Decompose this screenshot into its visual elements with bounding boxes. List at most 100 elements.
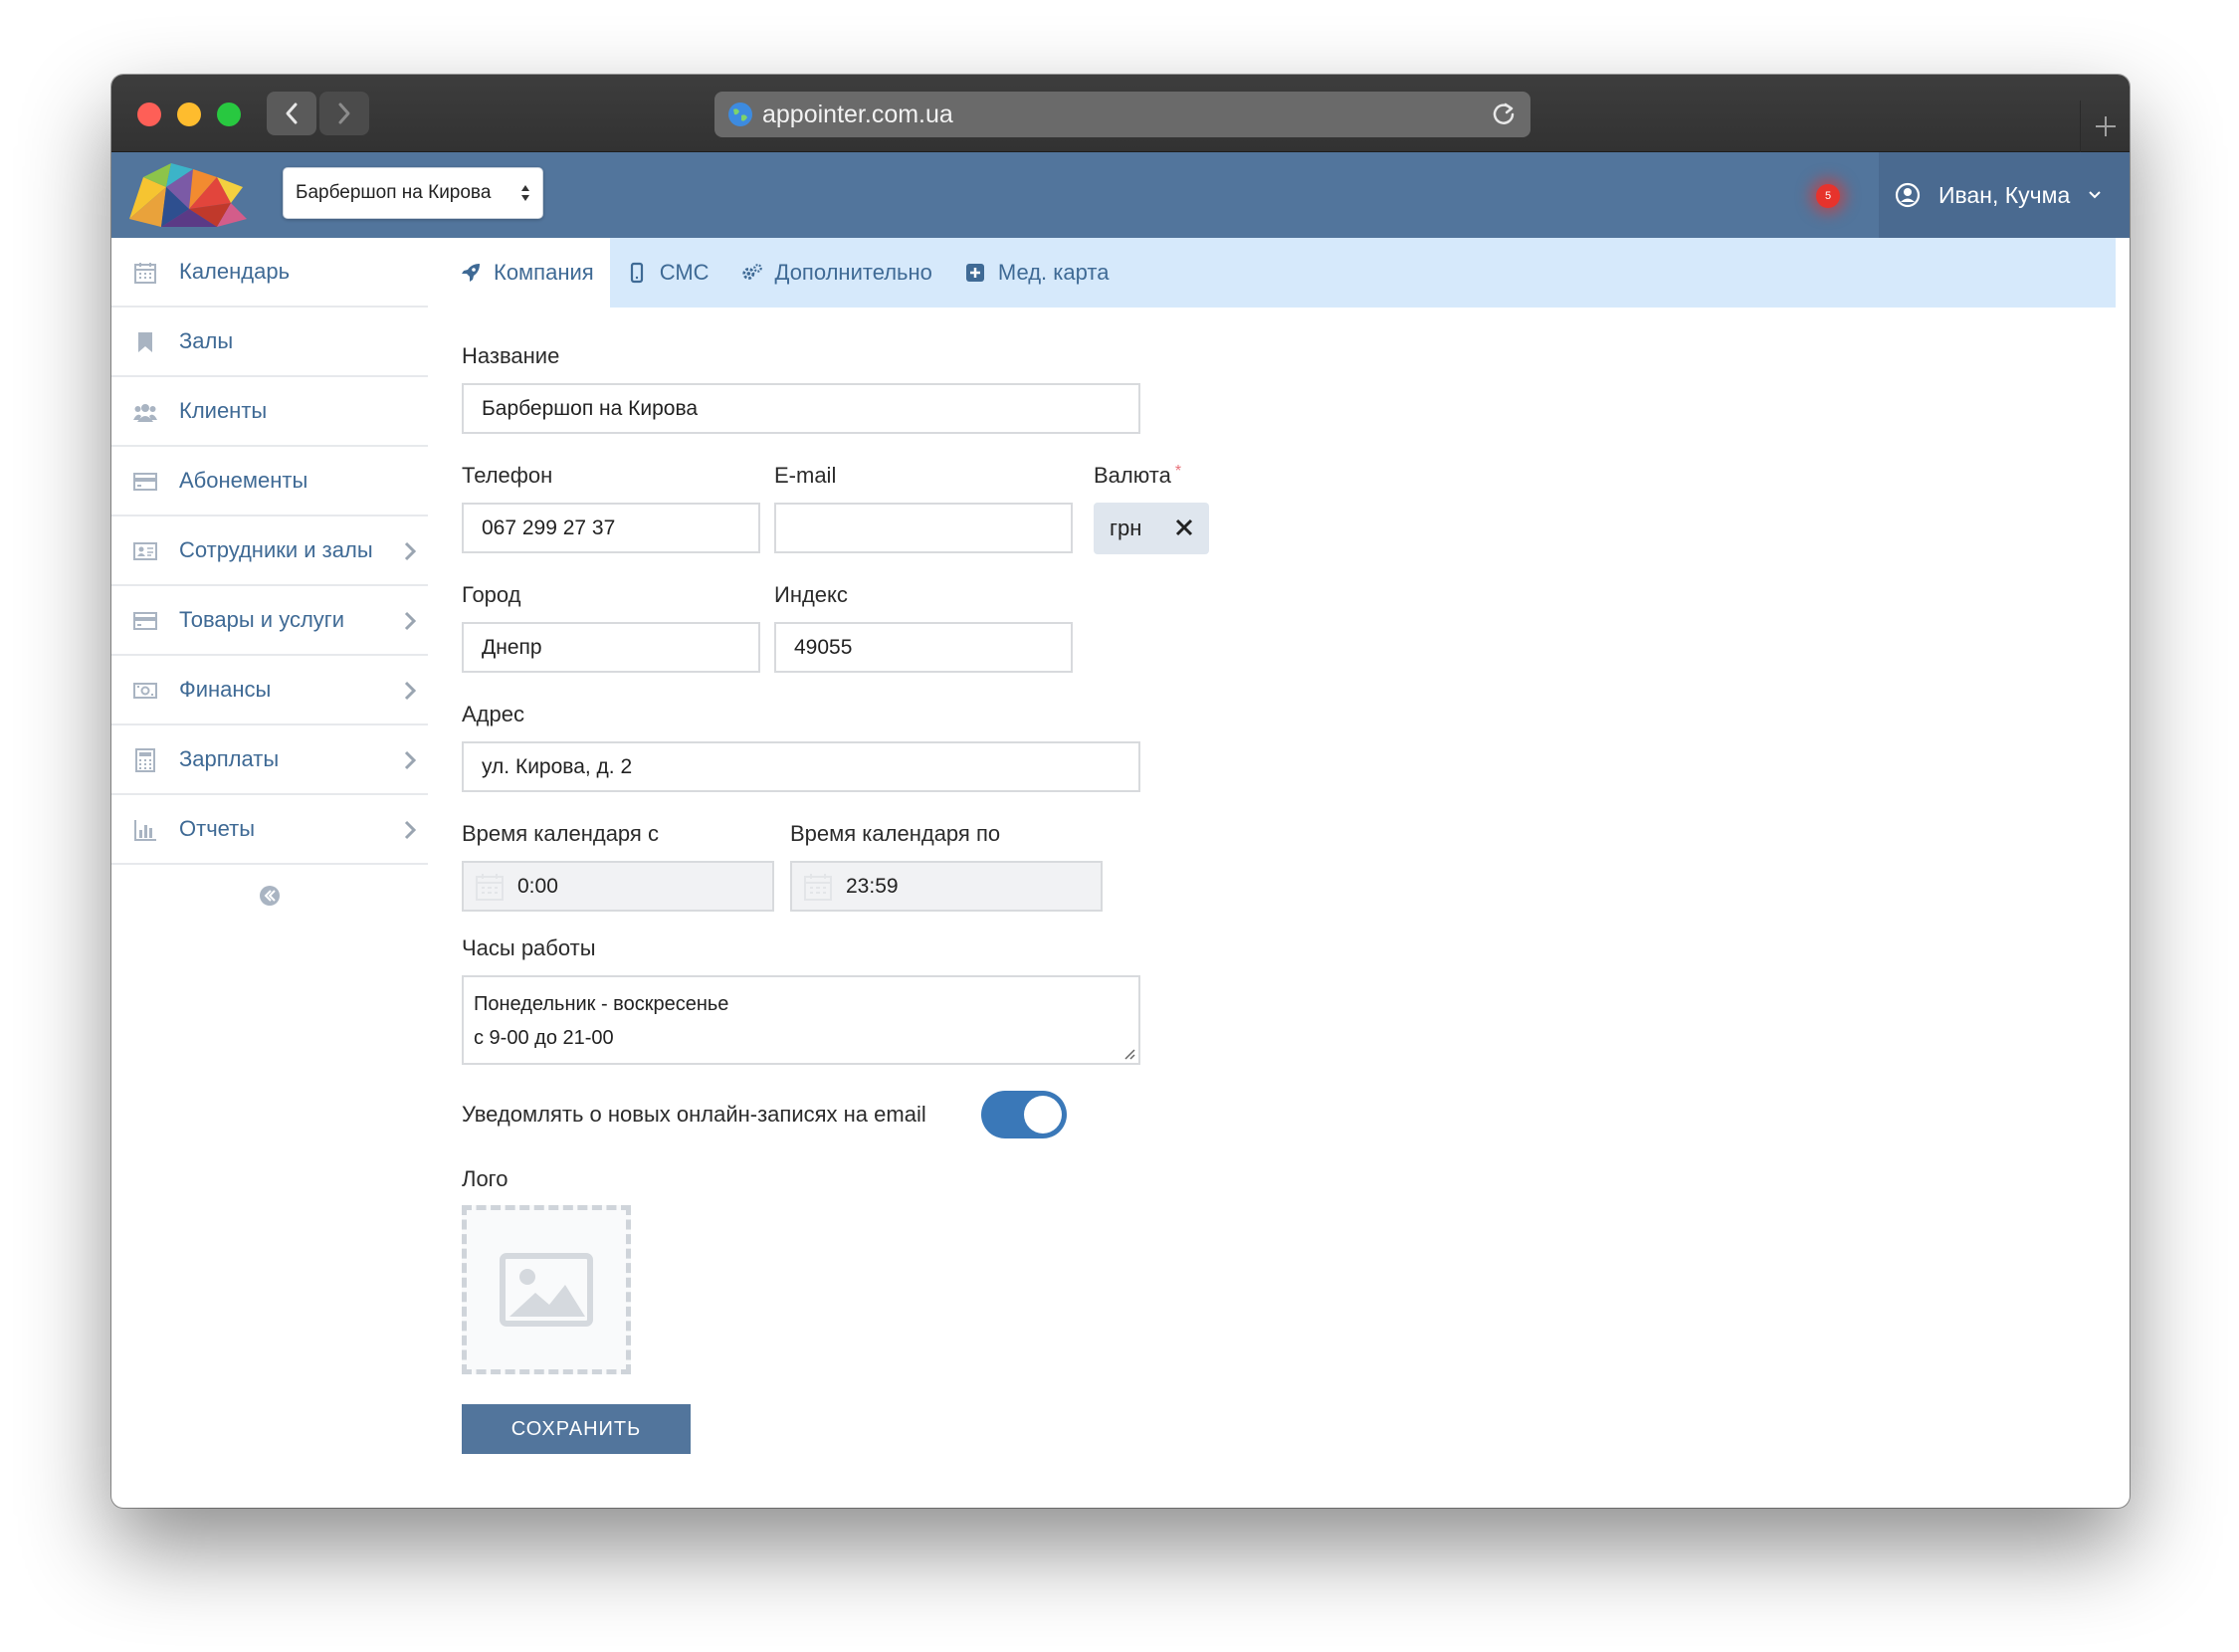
email-label: E-mail	[774, 463, 837, 488]
gears-icon	[741, 262, 763, 284]
users-icon	[133, 404, 157, 422]
rocket-icon	[460, 262, 482, 284]
tab-label: СМС	[659, 260, 710, 285]
calendar-icon	[134, 263, 156, 284]
zip-field[interactable]: 49055	[774, 622, 1073, 673]
sidebar-item-clients[interactable]: Клиенты	[111, 377, 428, 447]
phone-field[interactable]: 067 299 27 37	[462, 503, 760, 553]
calendar-icon	[804, 873, 832, 901]
save-button[interactable]: СОХРАНИТЬ	[462, 1404, 691, 1454]
zip-label: Индекс	[774, 582, 848, 607]
address-bar[interactable]: appointer.com.ua	[714, 92, 1530, 137]
plus-icon	[2095, 116, 2116, 136]
tab-company[interactable]: Компания	[444, 238, 610, 308]
sidebar-item-halls[interactable]: Залы	[111, 308, 428, 377]
sidebar-item-subscriptions[interactable]: Абонементы	[111, 447, 428, 516]
currency-value: грн	[1110, 516, 1142, 540]
sidebar-item-label: Залы	[179, 328, 234, 353]
name-value: Барбершоп на Кирова	[482, 396, 699, 420]
calculator-icon	[135, 748, 155, 772]
company-select[interactable]: Барбершоп на Кирова	[283, 167, 543, 219]
tab-additional[interactable]: Дополнительно	[725, 238, 948, 308]
tab-med-card[interactable]: Мед. карта	[948, 238, 1125, 308]
calendar-from-field[interactable]: 0:00	[462, 861, 774, 912]
close-window-button[interactable]	[137, 103, 161, 126]
chevron-right-icon	[404, 541, 416, 561]
id-card-icon	[133, 542, 157, 560]
globe-icon	[726, 101, 754, 128]
chevron-right-icon	[404, 681, 416, 701]
bar-chart-icon	[134, 820, 156, 841]
chevron-left-icon	[286, 103, 298, 124]
reload-icon[interactable]	[1489, 100, 1519, 129]
sidebar-item-label: Зарплаты	[179, 746, 280, 771]
plus-square-icon	[964, 262, 986, 284]
sidebar-item-salaries[interactable]: Зарплаты	[111, 725, 428, 795]
hours-line-1: Понедельник - воскресенье	[474, 993, 729, 1015]
card-icon	[133, 473, 157, 491]
image-placeholder-icon	[500, 1253, 593, 1327]
required-marker: *	[1174, 463, 1182, 480]
address-label: Адрес	[462, 702, 524, 726]
phone-value: 067 299 27 37	[482, 516, 616, 539]
sidebar-item-label: Финансы	[179, 677, 272, 702]
chevron-right-icon	[338, 103, 350, 124]
tab-sms[interactable]: СМС	[610, 238, 725, 308]
close-icon[interactable]	[1173, 516, 1195, 538]
sidebar: Календарь Залы Клиенты Абонементы Сотруд…	[111, 238, 428, 906]
card-icon	[133, 612, 157, 630]
maximize-window-button[interactable]	[217, 103, 241, 126]
calendar-from-label: Время календаря с	[462, 821, 659, 846]
calendar-to-label: Время календаря по	[790, 821, 1001, 846]
notify-toggle[interactable]	[981, 1091, 1067, 1138]
notify-label: Уведомлять о новых онлайн-записях на ema…	[462, 1102, 926, 1127]
address-value: ул. Кирова, д. 2	[482, 754, 633, 778]
city-value: Днепр	[482, 635, 542, 659]
tab-label: Компания	[494, 260, 594, 285]
sidebar-item-goods-services[interactable]: Товары и услуги	[111, 586, 428, 656]
name-field[interactable]: Барбершоп на Кирова	[462, 383, 1140, 434]
sidebar-item-calendar[interactable]: Календарь	[111, 238, 428, 308]
user-menu[interactable]: Иван, Кучма	[1879, 152, 2130, 238]
address-field[interactable]: ул. Кирова, д. 2	[462, 741, 1140, 792]
email-field[interactable]	[774, 503, 1073, 553]
chevron-right-icon	[404, 820, 416, 840]
sidebar-item-reports[interactable]: Отчеты	[111, 795, 428, 865]
calendar-to-field[interactable]: 23:59	[790, 861, 1103, 912]
money-icon	[133, 683, 157, 699]
sidebar-item-label: Клиенты	[179, 398, 268, 423]
bookmark-icon	[138, 332, 152, 352]
browser-window: appointer.com.ua Барбершоп на Кирова 5 И…	[111, 75, 2130, 1508]
sidebar-item-finances[interactable]: Финансы	[111, 656, 428, 725]
tab-label: Мед. карта	[997, 260, 1110, 285]
sidebar-item-label: Сотрудники и залы	[179, 537, 373, 562]
collapse-sidebar-icon[interactable]	[259, 885, 281, 907]
calendar-to-value: 23:59	[846, 874, 899, 898]
minimize-window-button[interactable]	[177, 103, 201, 126]
chevron-right-icon	[404, 611, 416, 631]
sidebar-item-employees[interactable]: Сотрудники и залы	[111, 516, 428, 586]
forward-button[interactable]	[319, 92, 369, 135]
new-tab-button[interactable]	[2080, 101, 2130, 152]
currency-tag[interactable]: грн	[1094, 503, 1209, 554]
back-button[interactable]	[267, 92, 316, 135]
app-logo[interactable]	[121, 157, 251, 233]
user-name: Иван, Кучма	[1938, 181, 2071, 208]
city-label: Город	[462, 582, 521, 607]
city-field[interactable]: Днепр	[462, 622, 760, 673]
notification-badge[interactable]: 5	[1816, 184, 1840, 208]
user-circle-icon	[1895, 182, 1921, 208]
zip-value: 49055	[794, 635, 853, 659]
currency-label-text: Валюта	[1094, 463, 1171, 488]
notification-count: 5	[1824, 190, 1832, 202]
sidebar-item-label: Абонементы	[179, 468, 308, 493]
resize-grip-icon[interactable]	[1122, 1047, 1136, 1061]
calendar-icon	[476, 873, 504, 901]
tab-label: Дополнительно	[774, 260, 932, 285]
app-header: Барбершоп на Кирова 5 Иван, Кучма	[111, 152, 2130, 238]
logo-upload[interactable]	[462, 1205, 631, 1374]
settings-tabs: Компания СМС Дополнительно Мед. карта	[444, 238, 2116, 308]
hours-textarea[interactable]: Понедельник - воскресенье с 9-00 до 21-0…	[462, 975, 1140, 1065]
hours-label: Часы работы	[462, 935, 596, 960]
company-select-value: Барбершоп на Кирова	[296, 182, 492, 203]
